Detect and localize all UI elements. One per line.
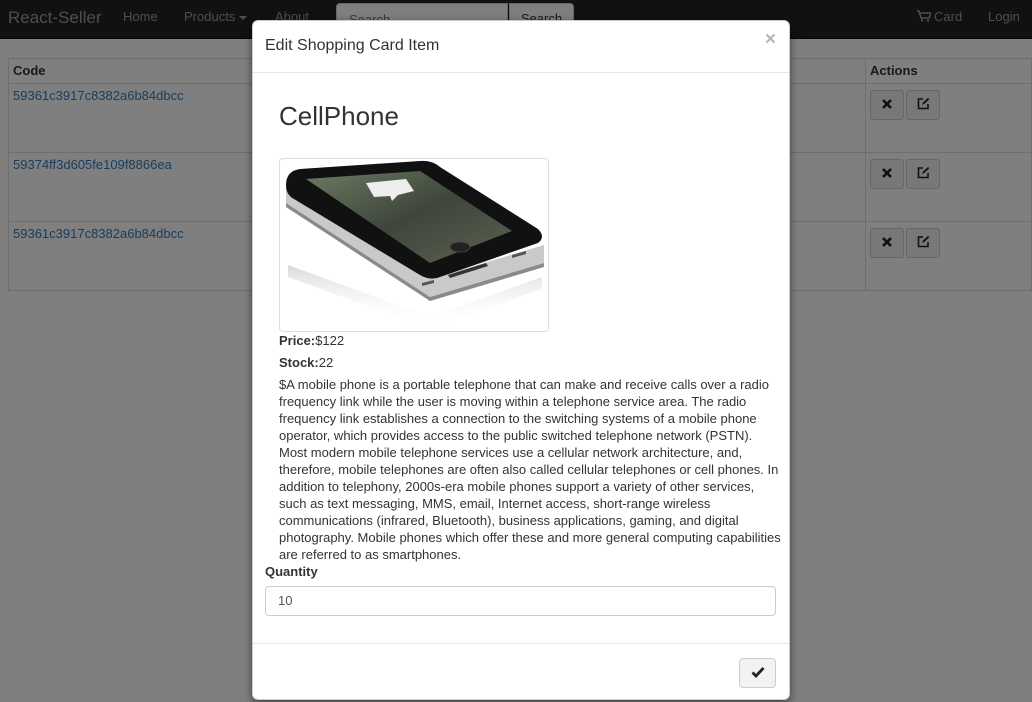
product-name: CellPhone (279, 101, 399, 131)
product-description: $A mobile phone is a portable telephone … (279, 377, 781, 562)
stock-value: 22 (318, 355, 334, 370)
modal-header: Edit Shopping Card Item × (253, 21, 789, 73)
close-icon[interactable]: × (765, 30, 776, 49)
price-line: Price:$122 (279, 333, 344, 348)
check-icon (751, 667, 765, 679)
price-value: $122 (315, 333, 345, 348)
edit-cart-item-modal: Edit Shopping Card Item × CellPhone Pric… (252, 20, 790, 700)
quantity-input[interactable]: 10 (265, 586, 776, 616)
phone-image (286, 160, 544, 329)
modal-footer (253, 643, 789, 700)
product-image (279, 158, 549, 332)
price-label: Price: (279, 333, 316, 348)
confirm-button[interactable] (739, 658, 776, 688)
stock-line: Stock:22 (279, 355, 333, 370)
modal-title: Edit Shopping Card Item (265, 37, 440, 54)
quantity-label: Quantity (265, 564, 318, 579)
stock-label: Stock: (279, 355, 319, 370)
